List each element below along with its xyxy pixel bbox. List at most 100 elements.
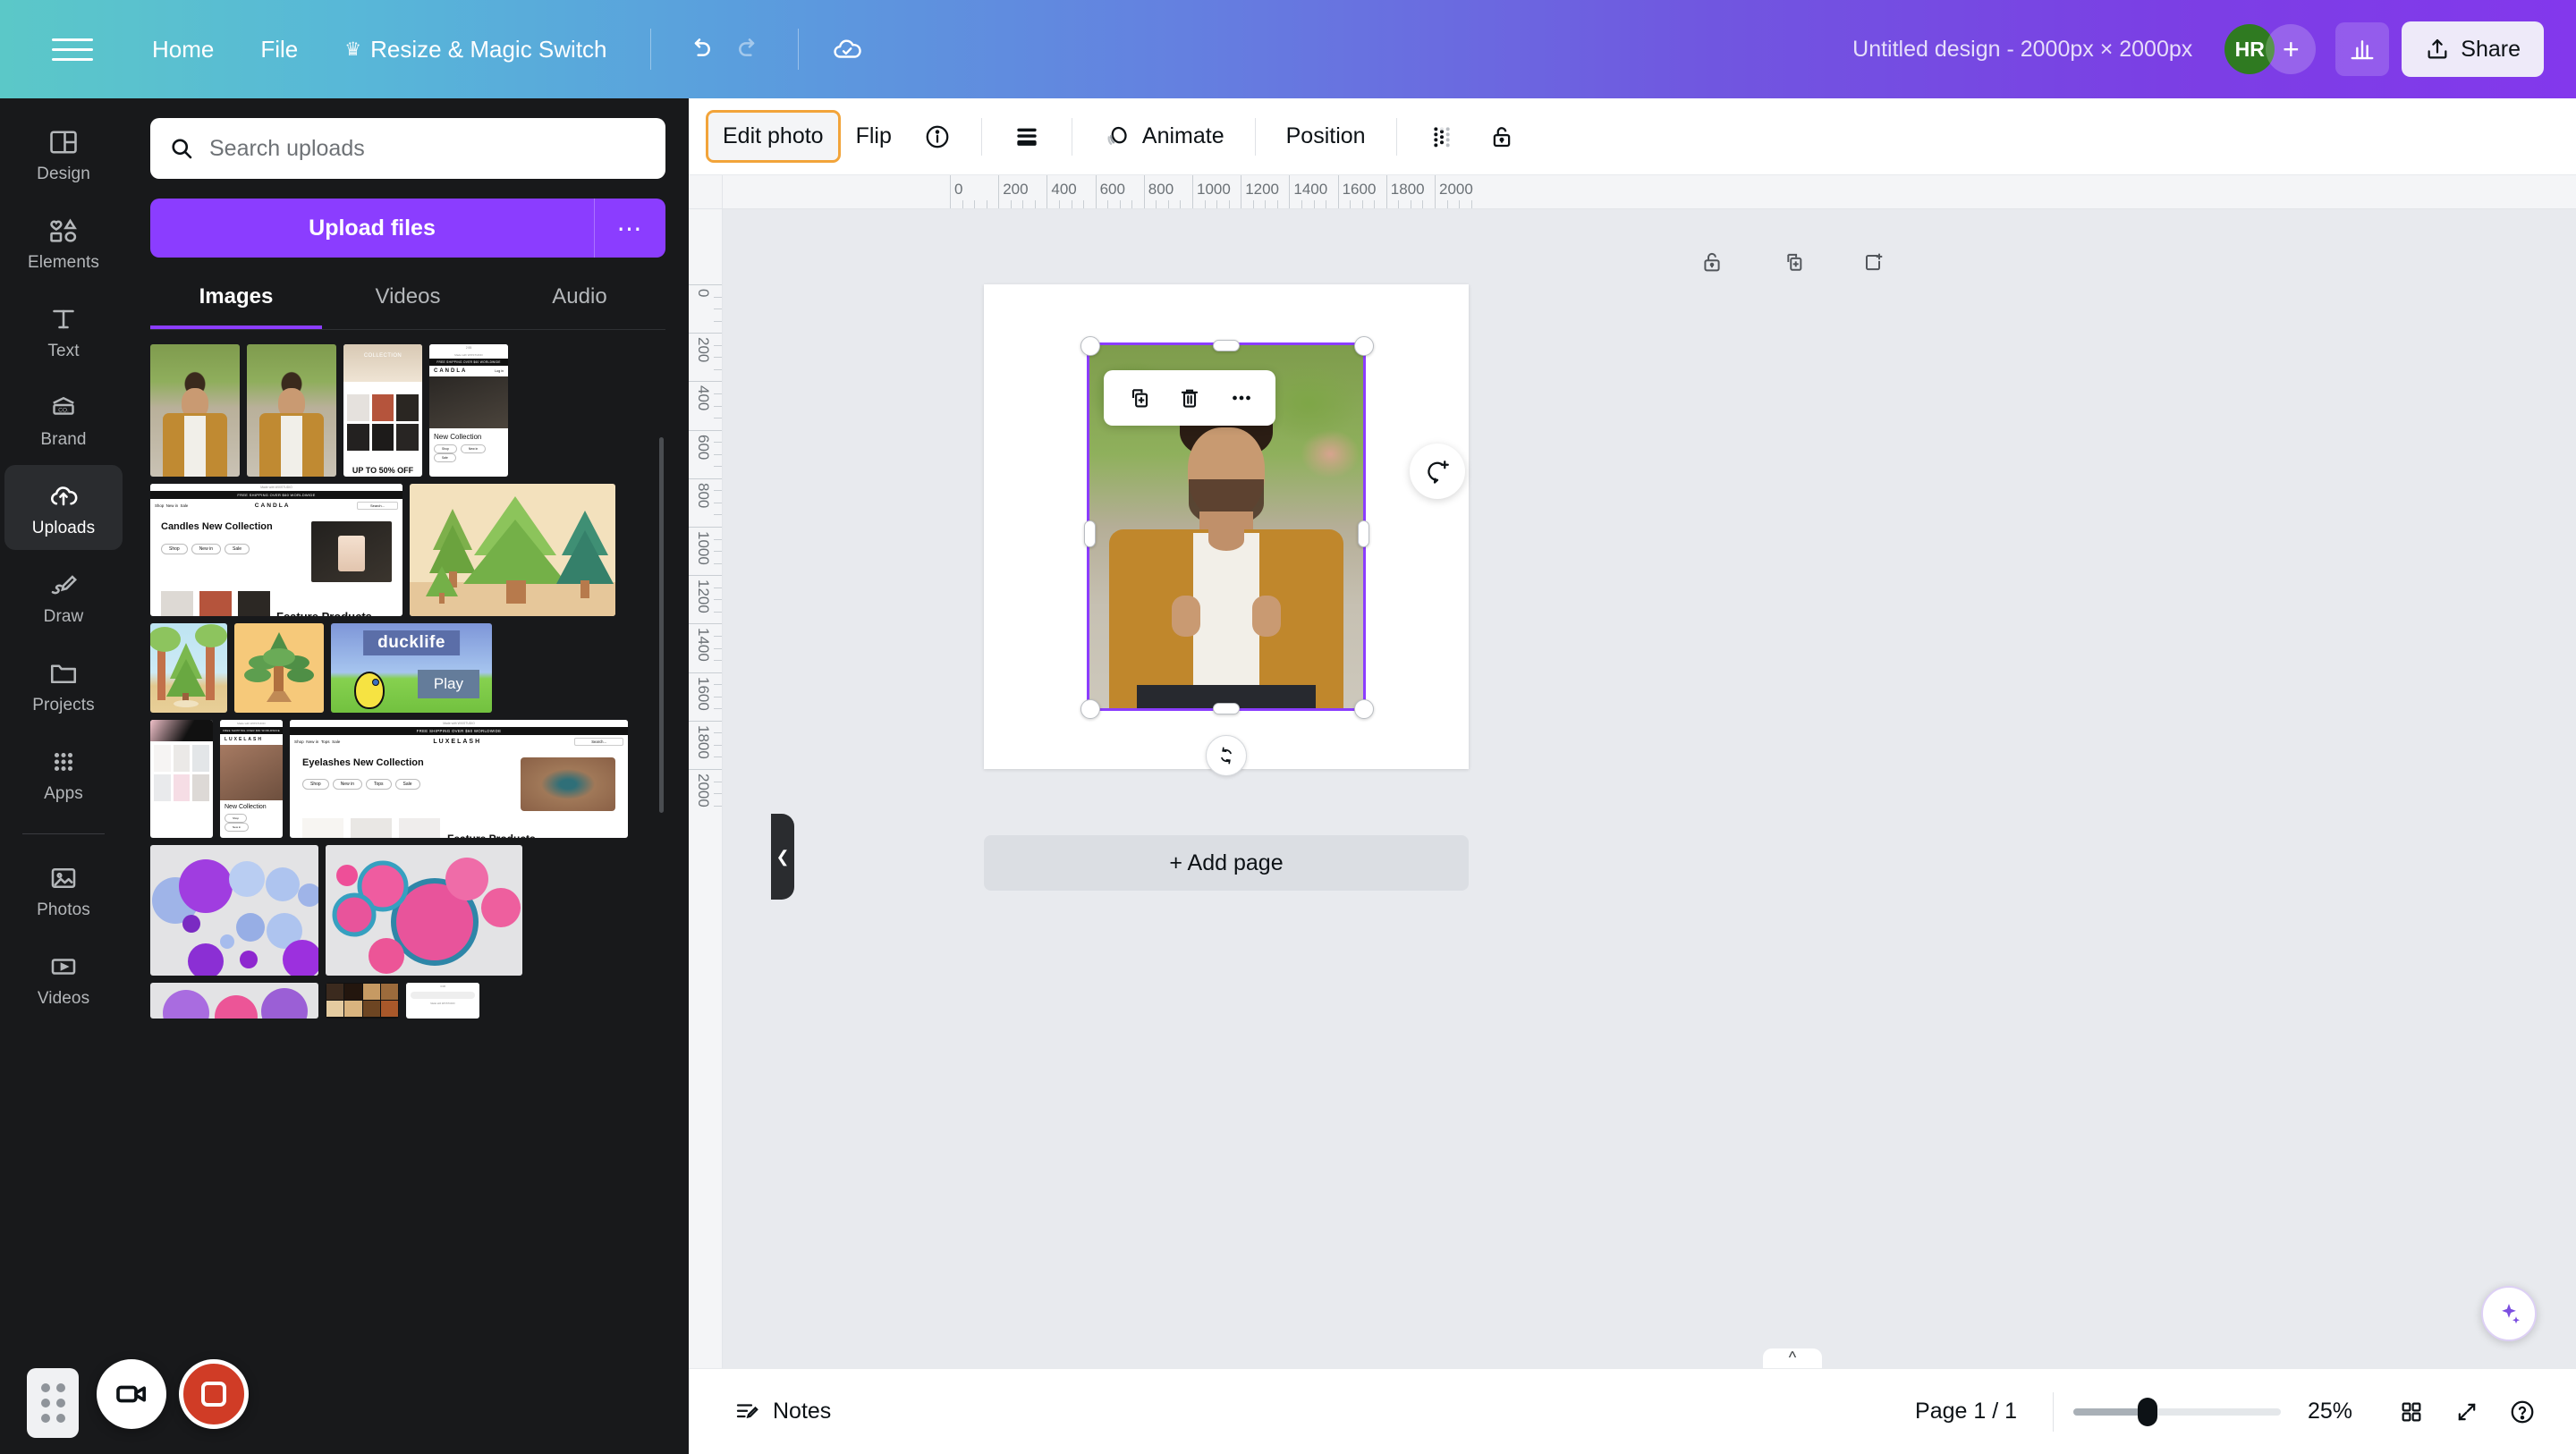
resize-handle-bottom-left[interactable] bbox=[1080, 699, 1100, 719]
zoom-slider[interactable] bbox=[2073, 1397, 2281, 1426]
recording-camera-button[interactable] bbox=[97, 1359, 166, 1429]
add-page-button[interactable]: + Add page bbox=[984, 835, 1469, 891]
magic-sparkle-button[interactable] bbox=[2481, 1286, 2537, 1341]
more-button[interactable] bbox=[1218, 376, 1265, 419]
horizontal-ruler[interactable]: 0 200 400 600 800 1000 1200 1400 1600 1800 2000 bbox=[689, 175, 2576, 209]
apps-launcher-fab[interactable] bbox=[27, 1368, 79, 1438]
duplicate-page-icon[interactable] bbox=[1772, 241, 1813, 283]
tab-videos[interactable]: Videos bbox=[322, 266, 494, 329]
rotate-handle[interactable] bbox=[1206, 735, 1247, 776]
flip-button[interactable]: Flip bbox=[842, 113, 906, 160]
recording-stop-button[interactable] bbox=[179, 1359, 249, 1429]
help-icon[interactable] bbox=[2499, 1389, 2546, 1435]
cloud-check-icon[interactable] bbox=[822, 24, 872, 74]
sidebar-item-videos[interactable]: Videos bbox=[4, 935, 123, 1020]
document-title[interactable]: Untitled design - 2000px × 2000px bbox=[1852, 37, 2192, 63]
transparency-dots-icon[interactable] bbox=[1413, 112, 1470, 162]
page-indicator[interactable]: Page 1 / 1 bbox=[1899, 1390, 2033, 1433]
edit-photo-button[interactable]: Edit photo bbox=[706, 110, 841, 163]
thumb-luxelash-grid[interactable] bbox=[150, 720, 213, 838]
search-icon bbox=[172, 139, 192, 159]
position-button[interactable]: Position bbox=[1272, 113, 1380, 160]
panel-collapse-button[interactable]: ❮ bbox=[771, 814, 794, 900]
sidebar-label-elements: Elements bbox=[27, 253, 99, 272]
thumb-candla-mobile[interactable]: 2:55 Made with WIXSTUDIO FREE SHIPPING O… bbox=[429, 344, 508, 477]
upload-files-button[interactable]: Upload files bbox=[150, 199, 594, 258]
sidebar-item-design[interactable]: Design bbox=[4, 111, 123, 196]
add-comment-button[interactable] bbox=[1410, 444, 1465, 499]
resize-handle-bottom-right[interactable] bbox=[1354, 699, 1374, 719]
sidebar-item-brand[interactable]: CO. Brand bbox=[4, 376, 123, 461]
thumb-portrait-man-1[interactable] bbox=[150, 344, 240, 477]
ruler-h-minor-tick bbox=[1058, 200, 1060, 208]
thumb-luxelash-hero-wide[interactable]: Made with WIXSTUDIO FREE SHIPPING OVER $… bbox=[290, 720, 628, 838]
animate-button[interactable]: Animate bbox=[1089, 112, 1239, 162]
vertical-ruler[interactable]: 0 200 400 600 800 1000 1200 1400 1600 1800 2000 bbox=[689, 209, 723, 1368]
collapse-pages-button[interactable]: ^ bbox=[1763, 1348, 1822, 1368]
info-circle-icon[interactable] bbox=[910, 113, 965, 161]
hamburger-icon[interactable] bbox=[52, 29, 93, 70]
sidebar-item-photos[interactable]: Photos bbox=[4, 847, 123, 932]
redo-icon[interactable] bbox=[724, 24, 775, 74]
resize-handle-top[interactable] bbox=[1213, 340, 1240, 351]
thumb-candla-hero-wide[interactable]: Made with WIXSTUDIO FREE SHIPPING OVER $… bbox=[150, 484, 402, 616]
upload-more-icon[interactable]: ⋯ bbox=[594, 199, 665, 258]
sidebar-item-apps[interactable]: Apps bbox=[4, 731, 123, 816]
resize-handle-right[interactable] bbox=[1358, 520, 1369, 547]
thumb-spheres-purple[interactable] bbox=[150, 845, 318, 976]
fullscreen-icon[interactable] bbox=[2444, 1389, 2490, 1435]
zoom-value[interactable]: 25% bbox=[2308, 1399, 2379, 1424]
lock-page-icon[interactable] bbox=[1691, 241, 1733, 283]
zoom-slider-knob[interactable] bbox=[2137, 1397, 2157, 1426]
search-uploads-box[interactable] bbox=[150, 118, 665, 179]
shapes-icon bbox=[50, 218, 77, 242]
sidebar-item-elements[interactable]: Elements bbox=[4, 199, 123, 284]
panel-scrollbar[interactable] bbox=[659, 437, 664, 813]
duplicate-button[interactable] bbox=[1114, 376, 1161, 419]
ruler-h-minor-tick bbox=[1083, 200, 1085, 208]
resize-handle-bottom[interactable] bbox=[1213, 703, 1240, 714]
thumb-luxelash-mobile[interactable]: Made with WIXSTUDIO FREE SHIPPING OVER $… bbox=[220, 720, 283, 838]
sidebar-item-draw[interactable]: Draw bbox=[4, 554, 123, 638]
share-button[interactable]: Share bbox=[2402, 21, 2544, 77]
resize-handle-top-right[interactable] bbox=[1354, 336, 1374, 356]
uploads-panel: Upload files ⋯ Images Videos Audio bbox=[127, 98, 689, 1454]
delete-button[interactable] bbox=[1166, 376, 1213, 419]
resize-handle-top-left[interactable] bbox=[1080, 336, 1100, 356]
thumb-ducklife-game[interactable]: ducklife Play bbox=[331, 623, 492, 713]
ruler-h-minor-tick bbox=[962, 200, 963, 208]
thumb-single-tree[interactable] bbox=[234, 623, 324, 713]
grid-view-icon[interactable] bbox=[2388, 1389, 2435, 1435]
login-label: Log in bbox=[495, 369, 504, 373]
search-input[interactable] bbox=[209, 135, 648, 162]
align-lines-icon[interactable] bbox=[998, 112, 1055, 162]
thumb-hair-mobile[interactable]: 3:08 Made with WIXSTUDIO bbox=[406, 983, 479, 1019]
ruler-h-tick-label: 200 bbox=[1003, 181, 1029, 198]
bar-chart-icon[interactable] bbox=[2335, 22, 2390, 76]
add-page-icon[interactable] bbox=[1852, 241, 1894, 283]
notes-button[interactable]: Notes bbox=[719, 1390, 845, 1434]
design-page[interactable] bbox=[984, 284, 1469, 776]
animate-ellipse-icon bbox=[1107, 126, 1127, 145]
undo-icon[interactable] bbox=[674, 24, 724, 74]
thumb-spheres-row[interactable] bbox=[150, 983, 318, 1019]
ruler-v-tick-label: 0 bbox=[695, 289, 712, 298]
thumb-hair-swatches[interactable] bbox=[326, 983, 399, 1019]
thumb-forest[interactable] bbox=[150, 623, 227, 713]
nav-resize-magic-switch[interactable]: ♛ Resize & Magic Switch bbox=[325, 24, 626, 75]
canvas-viewport[interactable]: + Add page ^ bbox=[723, 209, 2576, 1368]
thumb-portrait-man-2[interactable] bbox=[247, 344, 336, 477]
thumb-pine-trees[interactable] bbox=[410, 484, 615, 616]
nav-home[interactable]: Home bbox=[132, 24, 233, 75]
sidebar-item-text[interactable]: Text bbox=[4, 288, 123, 373]
tab-images[interactable]: Images bbox=[150, 266, 322, 329]
lock-open-icon[interactable] bbox=[1474, 113, 1530, 161]
resize-handle-left[interactable] bbox=[1084, 520, 1096, 547]
sidebar-item-uploads[interactable]: Uploads bbox=[4, 465, 123, 550]
thumb-spheres-pink[interactable] bbox=[326, 845, 522, 976]
thumb-candla-homepage-desktop[interactable]: COLLECTION UP TO 50% OFF bbox=[343, 344, 422, 477]
add-collaborator-button[interactable]: + bbox=[2266, 24, 2317, 74]
sidebar-item-projects[interactable]: Projects bbox=[4, 642, 123, 727]
nav-file[interactable]: File bbox=[241, 24, 318, 75]
tab-audio[interactable]: Audio bbox=[494, 266, 665, 329]
